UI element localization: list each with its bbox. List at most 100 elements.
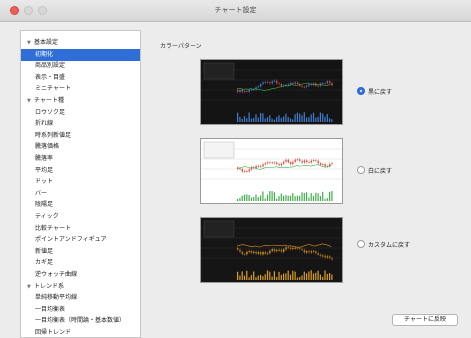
tree-item[interactable]: ティック	[21, 211, 140, 223]
volume-bar	[308, 117, 310, 122]
candle-body	[289, 247, 292, 249]
tree-item[interactable]: カギ足	[21, 257, 140, 269]
tree-item[interactable]: 表示・目盛	[21, 72, 140, 84]
tree-item-label: チャート種	[34, 97, 64, 104]
volume-bar	[273, 192, 275, 201]
tree-item[interactable]: 初期化	[21, 48, 140, 61]
tree-item[interactable]: 騰落価格	[21, 141, 140, 153]
tree-item[interactable]: ミニチャート	[21, 83, 140, 95]
candle-body	[269, 250, 271, 254]
black-theme-radio[interactable]	[357, 87, 365, 95]
tree-item[interactable]: 逆ウォッチ曲線	[21, 269, 140, 281]
tree-item[interactable]: 時系列新値足	[21, 130, 140, 142]
volume-bar	[239, 197, 241, 201]
volume-bar	[289, 118, 292, 122]
volume-bar	[296, 112, 298, 122]
tree-item[interactable]: 商品別設定	[21, 60, 140, 72]
tree-item[interactable]: 騰落率	[21, 153, 140, 165]
settings-tree[interactable]: ▼ 基本設定 初期化 商品別設定 表示・目盛 ミニチャート ▼ チャート種 ロウソク足 折れ線 時系…	[20, 30, 141, 338]
volume-bar	[310, 270, 312, 280]
candle-body	[253, 251, 255, 253]
candle-body	[308, 251, 310, 253]
tree-group[interactable]: ▼ トレンド系	[21, 281, 140, 293]
volume-bar	[260, 112, 262, 122]
volume-bar	[296, 277, 298, 280]
disclosure-triangle-icon[interactable]: ▼	[27, 95, 34, 107]
tree-item[interactable]: 一目均衡表（時間論・基本数値）	[21, 315, 140, 327]
custom-theme-label[interactable]: カスタムに戻す	[368, 240, 410, 249]
candle-body	[315, 160, 317, 161]
tree-item-label: 基本設定	[34, 39, 59, 46]
tree-item-label: ティック	[35, 213, 59, 220]
candle-body	[319, 163, 322, 165]
volume-bar	[262, 191, 264, 201]
tree-item[interactable]: ドット	[21, 176, 140, 188]
tree-item[interactable]: 平均足	[21, 165, 140, 177]
volume-bar	[329, 118, 331, 122]
tree-group[interactable]: ▼ 基本設定	[21, 37, 140, 49]
tree-item[interactable]: バー	[21, 188, 140, 200]
volume-bar	[285, 195, 287, 201]
volume-bar	[262, 276, 264, 280]
volume-bar	[315, 272, 317, 280]
candle-body	[317, 160, 319, 164]
candle-body	[273, 249, 276, 252]
candle-body	[246, 91, 248, 92]
tree-item[interactable]: 一目均衡表	[21, 304, 140, 316]
disclosure-triangle-icon[interactable]: ▼	[27, 281, 34, 293]
candle-body	[287, 84, 289, 86]
volume-bar	[306, 117, 308, 122]
candle-body	[266, 162, 269, 164]
volume-bar	[310, 193, 312, 201]
tree-item[interactable]: 折れ線	[21, 118, 140, 130]
candle-body	[306, 251, 308, 253]
tree-item-label: 表示・目盛	[35, 73, 66, 81]
candle-body	[322, 164, 324, 165]
white-theme-radio[interactable]	[357, 166, 365, 174]
volume-bar	[280, 193, 282, 201]
volume-bar	[317, 116, 319, 122]
tree-item-label: 回帰トレンド	[35, 329, 72, 336]
candle-body	[248, 250, 250, 252]
volume-bar	[246, 270, 248, 280]
info-box	[203, 220, 235, 238]
tree-item[interactable]: 陰陽足	[21, 199, 140, 211]
black-theme-label[interactable]: 黒に戻す	[368, 87, 392, 96]
white-theme-label[interactable]: 白に戻す	[368, 166, 392, 175]
volume-bar	[294, 114, 296, 122]
tree-item-label: 一目均衡表（時間論・基本数値）	[35, 317, 126, 325]
tree-item-label: 騰落率	[35, 155, 54, 162]
volume-bar	[289, 195, 292, 201]
tree-item[interactable]: ロウソク足	[21, 107, 140, 119]
volume-bar	[292, 270, 294, 280]
volume-bar	[271, 191, 273, 201]
tree-item[interactable]: ポイントアンドフィギュア	[21, 234, 140, 246]
tree-item-label: 商品別設定	[35, 62, 66, 70]
volume-bar	[312, 273, 315, 280]
tree-item[interactable]: 単純移動平均線	[21, 292, 140, 304]
volume-bar	[312, 195, 315, 201]
volume-bar	[250, 197, 252, 201]
disclosure-triangle-icon[interactable]: ▼	[27, 37, 34, 49]
tree-item-label: 時系列新値足	[35, 131, 72, 139]
apply-to-chart-button[interactable]: チャートに反映	[392, 314, 458, 326]
volume-bar	[278, 196, 280, 201]
tree-item[interactable]: 回帰トレンド	[21, 327, 140, 337]
volume-bar	[283, 116, 285, 122]
volume-bar	[292, 193, 294, 201]
candle-body	[264, 82, 266, 83]
volume-bar	[273, 119, 275, 122]
tree-item[interactable]: 比較チャート	[21, 223, 140, 235]
volume-bar	[243, 115, 246, 122]
volume-bar	[292, 119, 294, 122]
candle-body	[317, 253, 319, 255]
candle-body	[271, 249, 273, 251]
custom-theme-radio[interactable]	[357, 240, 365, 248]
candle-body	[331, 257, 333, 260]
candle-body	[315, 251, 317, 254]
tree-item[interactable]: 新値足	[21, 246, 140, 258]
tree-group[interactable]: ▼ チャート種	[21, 95, 140, 107]
volume-bar	[269, 191, 271, 201]
black-theme-preview	[200, 59, 343, 125]
candle-body	[273, 162, 276, 164]
